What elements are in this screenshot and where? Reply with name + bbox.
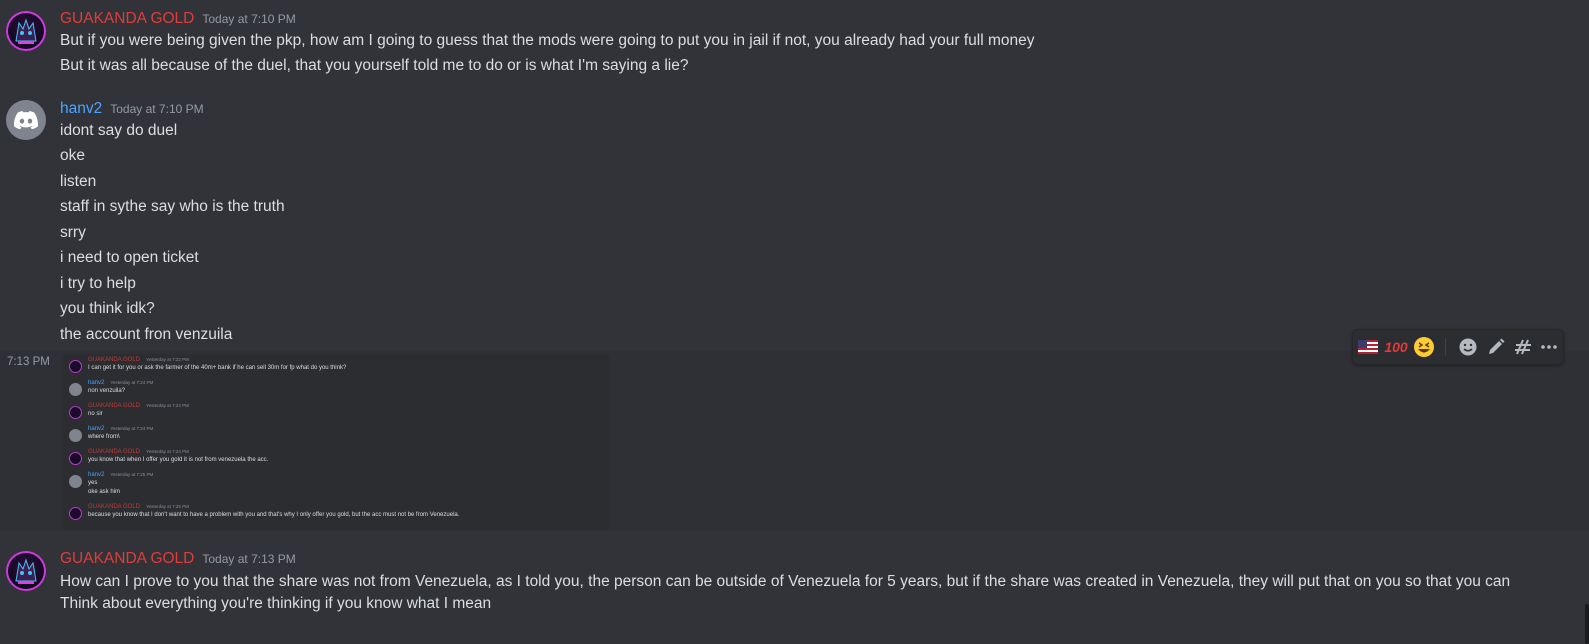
avatar[interactable]: [6, 11, 46, 51]
discord-logo-icon: [14, 111, 38, 129]
message-text: How can I prove to you that the share wa…: [60, 573, 1511, 612]
message-header: GUAKANDA GOLD Today at 7:10 PM: [60, 10, 296, 28]
message-text: i try to help: [60, 275, 136, 292]
timestamp: Today at 7:10 PM: [110, 102, 204, 116]
mini-username: GUAKANDA GOLD Yesterday at 7:25 PM: [88, 504, 189, 510]
edit-pencil-icon[interactable]: [1484, 335, 1508, 359]
message-text: i need to open ticket: [60, 249, 199, 266]
mini-avatar: [69, 383, 82, 396]
username[interactable]: GUAKANDA GOLD: [60, 550, 194, 568]
grinning-squinting-emoji-icon[interactable]: [1412, 335, 1436, 359]
message-header: GUAKANDA GOLD Today at 7:13 PM: [60, 550, 296, 568]
message-text: the account fron venzuila: [60, 326, 233, 343]
mini-username: GUAKANDA GOLD Yesterday at 7:24 PM: [88, 403, 189, 409]
mini-username: hanv2 Yesterday at 7:24 PM: [88, 380, 154, 386]
mini-username: GUAKANDA GOLD Yesterday at 7:22 PM: [88, 357, 189, 363]
message-text: But it was all because of the duel, that…: [60, 57, 689, 74]
mini-message-text: you know that when I offer you gold it i…: [88, 457, 269, 463]
message-text: you think idk?: [60, 300, 155, 317]
mini-message-text: oke ask him: [88, 489, 121, 495]
avatar[interactable]: [6, 100, 46, 140]
mini-message-text: non venzuila?: [88, 388, 126, 394]
mini-avatar: [69, 507, 82, 520]
mini-message-text: no sir: [88, 411, 103, 417]
hundred-points-emoji-icon[interactable]: 100: [1384, 335, 1408, 359]
mini-avatar: [69, 429, 82, 442]
mini-message-text: yes: [88, 480, 98, 486]
mini-username: hanv2 Yesterday at 7:24 PM: [88, 426, 154, 432]
more-options-icon[interactable]: [1537, 335, 1561, 359]
username[interactable]: GUAKANDA GOLD: [60, 10, 194, 28]
message-header: hanv2 Today at 7:10 PM: [60, 100, 204, 118]
mini-avatar: [69, 406, 82, 419]
message-text: listen: [60, 173, 97, 190]
message-text: oke: [60, 147, 85, 164]
message-text: staff in sythe say who is the truth: [60, 198, 285, 215]
us-flag-emoji-icon[interactable]: [1356, 335, 1380, 359]
message-hover-toolbar: 100: [1352, 329, 1564, 365]
screenshot-attachment[interactable]: GUAKANDA GOLD Yesterday at 7:22 PM I can …: [62, 354, 610, 530]
thread-icon[interactable]: [1512, 335, 1536, 359]
avatar[interactable]: [6, 551, 46, 591]
username[interactable]: hanv2: [60, 100, 102, 118]
mini-username: hanv2 Yesterday at 7:25 PM: [88, 472, 154, 478]
timestamp: Today at 7:10 PM: [202, 12, 296, 26]
mini-message-text: I can get it for you or ask the farmer o…: [88, 365, 347, 371]
add-reaction-icon[interactable]: [1456, 335, 1480, 359]
message-text: idont say do duel: [60, 122, 178, 139]
mini-avatar: [69, 360, 82, 373]
timestamp: Today at 7:13 PM: [202, 552, 296, 566]
mini-username: GUAKANDA GOLD Yesterday at 7:24 PM: [88, 449, 189, 455]
message-side-timestamp: 7:13 PM: [7, 356, 50, 368]
message-text: srry: [60, 224, 86, 241]
mini-message-text: where from\: [88, 434, 120, 440]
mini-avatar: [69, 475, 82, 488]
scrollbar-thumb[interactable]: [1585, 604, 1589, 644]
mini-avatar: [69, 452, 82, 465]
toolbar-divider: [1445, 338, 1446, 356]
message-text: But if you were being given the pkp, how…: [60, 32, 1035, 49]
mini-message-text: because you know that I don't want to ha…: [88, 512, 460, 518]
